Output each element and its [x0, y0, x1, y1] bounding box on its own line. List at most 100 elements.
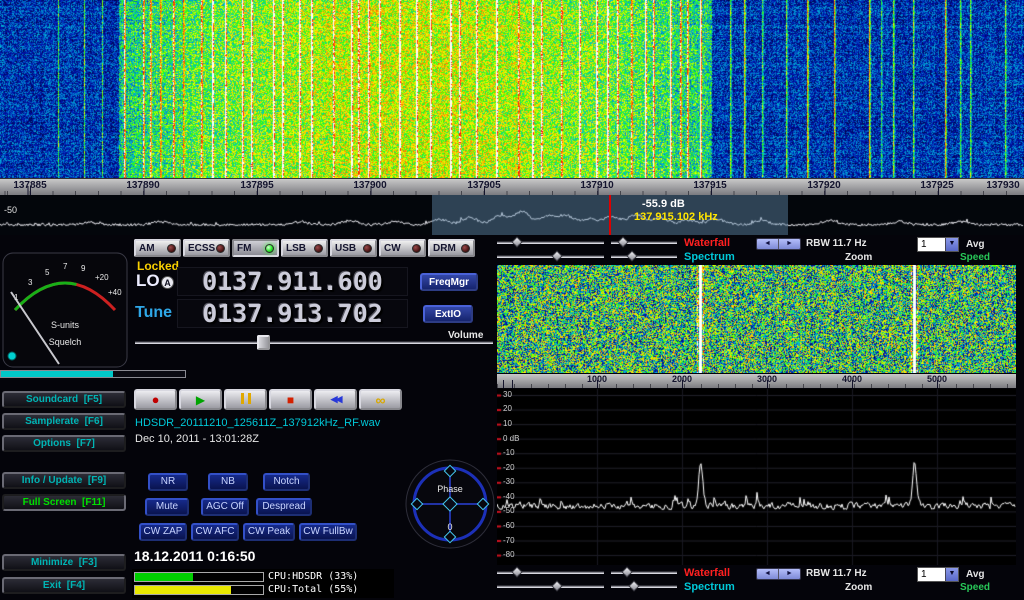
- stop-button[interactable]: ■: [269, 389, 312, 410]
- speed-value: 1: [918, 238, 945, 251]
- slider-thumb[interactable]: [617, 236, 628, 247]
- mode-am-button[interactable]: AM: [134, 239, 181, 257]
- scroll-right-icon[interactable]: ►: [779, 569, 800, 579]
- volume-label: Volume: [448, 330, 483, 341]
- lo-label: LO: [136, 271, 160, 291]
- options-button[interactable]: Options [F7]: [2, 435, 126, 452]
- db-tick-label: 10: [503, 419, 512, 428]
- cw-peak-button[interactable]: CW Peak: [243, 523, 295, 541]
- spectrum-upper-slider[interactable]: [497, 585, 604, 588]
- slider-thumb[interactable]: [511, 236, 522, 247]
- soundcard-button[interactable]: Soundcard [F5]: [2, 391, 126, 408]
- slider-thumb[interactable]: [628, 580, 639, 591]
- record-button[interactable]: ●: [134, 389, 177, 410]
- spectrum-label[interactable]: Spectrum: [684, 581, 735, 593]
- main-spectrum-strip[interactable]: -50 -55.9 dB 137.915.102 kHz: [0, 195, 1024, 235]
- spectrum-offset-slider[interactable]: [611, 255, 677, 258]
- waterfall-upper-slider[interactable]: [497, 241, 604, 244]
- spectrum-upper-slider[interactable]: [497, 255, 604, 258]
- mode-usb-button[interactable]: USB: [330, 239, 377, 257]
- lo-lock-badge[interactable]: A: [161, 276, 174, 289]
- speed-select[interactable]: 1 ▼: [917, 237, 959, 252]
- cw-zap-button[interactable]: CW ZAP: [139, 523, 187, 541]
- slider-thumb[interactable]: [626, 250, 637, 261]
- nb-button[interactable]: NB: [208, 473, 248, 491]
- cw-afc-button[interactable]: CW AFC: [191, 523, 239, 541]
- scroll-left-icon[interactable]: ◄: [757, 569, 779, 579]
- waterfall-label[interactable]: Waterfall: [684, 567, 730, 579]
- rbw-label: RBW 11.7 Hz: [806, 238, 867, 249]
- volume-slider[interactable]: [135, 341, 493, 344]
- squelch-knob[interactable]: [8, 352, 16, 360]
- wav-file-name: HDSDR_20111210_125611Z_137912kHz_RF.wav: [135, 417, 380, 429]
- waterfall-label[interactable]: Waterfall: [684, 237, 730, 249]
- samplerate-button[interactable]: Samplerate [F6]: [2, 413, 126, 430]
- lo-frequency-display[interactable]: 0137.911.600: [177, 267, 408, 296]
- waterfall-offset-slider[interactable]: [611, 571, 677, 574]
- af-waterfall-display[interactable]: [497, 265, 1016, 373]
- despread-button[interactable]: Despread: [256, 498, 312, 516]
- notch-button[interactable]: Notch: [263, 473, 310, 491]
- slider-thumb[interactable]: [551, 580, 562, 591]
- mode-lsb-button[interactable]: LSB: [281, 239, 328, 257]
- af-tick-label: 5000: [927, 374, 947, 384]
- cursor-frequency-readout: 137.915.102 kHz: [634, 211, 718, 223]
- phase-dial[interactable]: Phase 0: [404, 458, 496, 550]
- slider-thumb[interactable]: [621, 566, 632, 577]
- s-meter-tick: 5: [45, 268, 50, 277]
- fullscreen-button[interactable]: Full Screen [F11]: [2, 494, 126, 511]
- s-meter-tick: 3: [28, 278, 33, 287]
- nr-button[interactable]: NR: [148, 473, 188, 491]
- db-tick-label: -80: [503, 550, 515, 559]
- menu-label: Info / Update [F9]: [22, 475, 106, 486]
- rewind-button[interactable]: ◀◀: [314, 389, 357, 410]
- mode-label: ECSS: [188, 243, 215, 254]
- squelch-slider[interactable]: [0, 370, 186, 378]
- speed-select[interactable]: 1 ▼: [917, 567, 959, 582]
- cpu-hdsdr-label: CPU:HDSDR (33%): [268, 571, 358, 582]
- stop-icon: ■: [287, 394, 294, 406]
- zoom-label: Zoom: [845, 252, 872, 263]
- cpu-panel: CPU:HDSDR (33%) CPU:Total (55%): [132, 569, 394, 598]
- cw-fullbw-button[interactable]: CW FullBw: [299, 523, 357, 541]
- dropdown-arrow-icon[interactable]: ▼: [945, 238, 958, 251]
- loop-button[interactable]: ∞: [359, 389, 402, 410]
- led-icon: [216, 244, 225, 253]
- tune-frequency-display[interactable]: 0137.913.702: [177, 299, 408, 328]
- scroll-left-icon[interactable]: ◄: [757, 239, 779, 249]
- db-tick-label: 20: [503, 404, 512, 413]
- spectrum-label[interactable]: Spectrum: [684, 251, 735, 263]
- mode-drm-button[interactable]: DRM: [428, 239, 475, 257]
- mode-ecss-button[interactable]: ECSS: [183, 239, 230, 257]
- af-frequency-scale[interactable]: 1000 2000 3000 4000 5000: [497, 374, 1016, 388]
- spectrum-offset-slider[interactable]: [611, 585, 677, 588]
- exit-button[interactable]: Exit [F4]: [2, 577, 126, 594]
- mute-button[interactable]: Mute: [145, 498, 189, 516]
- waterfall-scroll[interactable]: ◄ ►: [756, 238, 801, 250]
- info-update-button[interactable]: Info / Update [F9]: [2, 472, 126, 489]
- pause-icon: [239, 391, 253, 409]
- scroll-right-icon[interactable]: ►: [779, 239, 800, 249]
- waterfall-offset-slider[interactable]: [611, 241, 677, 244]
- mode-fm-button[interactable]: FM: [232, 239, 279, 257]
- waterfall-upper-slider[interactable]: [497, 571, 604, 574]
- minimize-button[interactable]: Minimize [F3]: [2, 554, 126, 571]
- extio-button[interactable]: ExtIO: [423, 305, 473, 323]
- volume-slider-thumb[interactable]: [257, 335, 270, 350]
- af-spectrum-display[interactable]: [497, 389, 1016, 565]
- frequency-scale[interactable]: 137885 137890 137895 137900 137905 13791…: [0, 178, 1024, 195]
- waterfall-scroll[interactable]: ◄ ►: [756, 568, 801, 580]
- freq-tick-label: 137930: [986, 180, 1019, 191]
- main-waterfall-display[interactable]: [0, 0, 1024, 178]
- slider-thumb[interactable]: [551, 250, 562, 261]
- play-button[interactable]: ▶: [179, 389, 222, 410]
- speed-label: Speed: [960, 582, 990, 593]
- tune-cursor-line: [609, 195, 611, 235]
- agc-off-button[interactable]: AGC Off: [201, 498, 249, 516]
- led-icon: [363, 244, 372, 253]
- dropdown-arrow-icon[interactable]: ▼: [945, 568, 958, 581]
- freqmgr-button[interactable]: FreqMgr: [420, 273, 478, 291]
- mode-cw-button[interactable]: CW: [379, 239, 426, 257]
- pause-button[interactable]: [224, 389, 267, 410]
- slider-thumb[interactable]: [511, 566, 522, 577]
